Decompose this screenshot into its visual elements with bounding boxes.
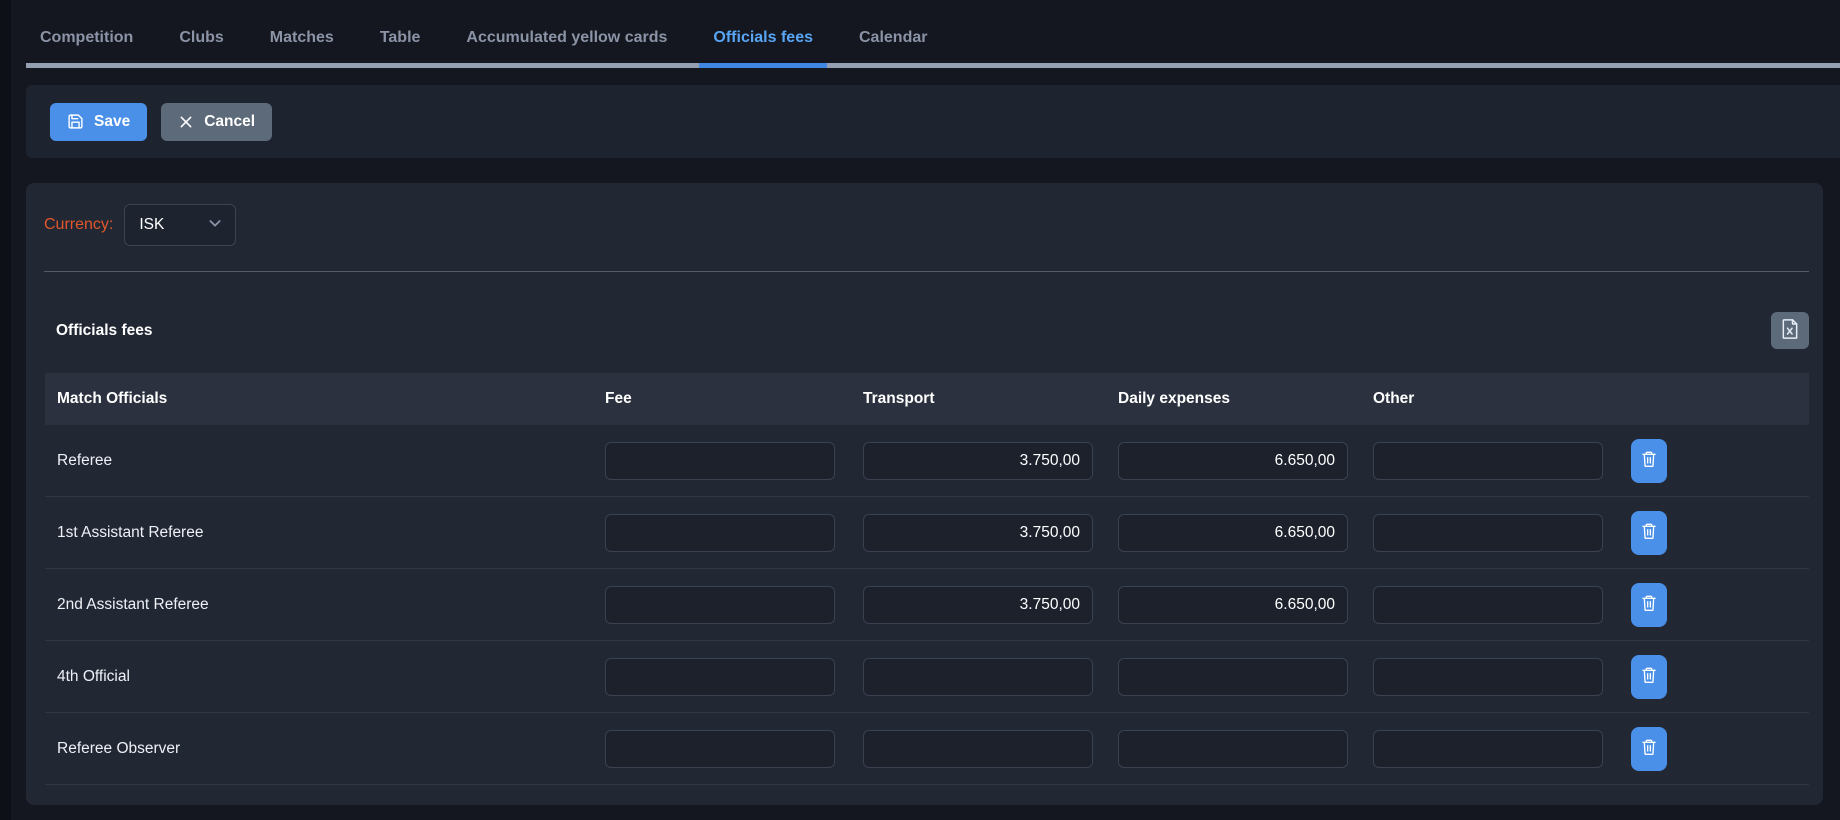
tab-competition[interactable]: Competition bbox=[26, 0, 147, 63]
save-button[interactable]: Save bbox=[50, 103, 147, 141]
delete-row-button[interactable] bbox=[1631, 511, 1667, 555]
delete-row-button[interactable] bbox=[1631, 439, 1667, 483]
transport-input[interactable] bbox=[863, 658, 1093, 696]
officials-fees-panel: Currency: ISK Officials fees bbox=[26, 183, 1823, 805]
file-excel-icon bbox=[1781, 319, 1799, 342]
table-row-4th-official: 4th Official bbox=[45, 641, 1809, 713]
col-header-match-officials: Match Officials bbox=[45, 390, 605, 408]
col-header-fee: Fee bbox=[605, 390, 863, 408]
transport-input[interactable] bbox=[863, 730, 1093, 768]
tab-label: Matches bbox=[270, 29, 334, 47]
section-header: Officials fees bbox=[56, 312, 1809, 349]
section-divider bbox=[44, 271, 1809, 272]
page-left-edge bbox=[0, 0, 11, 820]
trash-icon bbox=[1641, 594, 1657, 615]
other-input[interactable] bbox=[1373, 730, 1603, 768]
trash-icon bbox=[1641, 738, 1657, 759]
nav-underline bbox=[26, 63, 1840, 68]
table-row-referee: Referee bbox=[45, 425, 1809, 497]
table-row-referee-observer: Referee Observer bbox=[45, 713, 1809, 785]
fee-input[interactable] bbox=[605, 442, 835, 480]
transport-input[interactable] bbox=[863, 586, 1093, 624]
save-icon bbox=[67, 113, 84, 130]
delete-row-button[interactable] bbox=[1631, 655, 1667, 699]
fee-input[interactable] bbox=[605, 658, 835, 696]
fee-input[interactable] bbox=[605, 730, 835, 768]
toolbar: Save Cancel bbox=[26, 85, 1840, 158]
currency-label: Currency: bbox=[44, 216, 113, 234]
official-name: 2nd Assistant Referee bbox=[45, 596, 605, 614]
close-icon bbox=[178, 114, 194, 130]
cancel-button[interactable]: Cancel bbox=[161, 103, 272, 141]
other-input[interactable] bbox=[1373, 658, 1603, 696]
fee-input[interactable] bbox=[605, 586, 835, 624]
other-input[interactable] bbox=[1373, 442, 1603, 480]
delete-row-button[interactable] bbox=[1631, 583, 1667, 627]
daily-expenses-input[interactable] bbox=[1118, 658, 1348, 696]
daily-expenses-input[interactable] bbox=[1118, 514, 1348, 552]
export-excel-button[interactable] bbox=[1771, 312, 1809, 349]
trash-icon bbox=[1641, 450, 1657, 471]
tab-label: Table bbox=[380, 29, 421, 47]
currency-selected-value: ISK bbox=[139, 216, 164, 234]
official-name: Referee bbox=[45, 452, 605, 470]
col-header-other: Other bbox=[1373, 390, 1628, 408]
save-button-label: Save bbox=[94, 113, 130, 131]
col-header-daily-expenses: Daily expenses bbox=[1118, 390, 1373, 408]
tab-calendar[interactable]: Calendar bbox=[845, 0, 941, 63]
daily-expenses-input[interactable] bbox=[1118, 730, 1348, 768]
fee-input[interactable] bbox=[605, 514, 835, 552]
officials-fees-table: Match Officials Fee Transport Daily expe… bbox=[45, 373, 1809, 785]
official-name: Referee Observer bbox=[45, 740, 605, 758]
daily-expenses-input[interactable] bbox=[1118, 586, 1348, 624]
col-header-transport: Transport bbox=[863, 390, 1118, 408]
table-header-row: Match Officials Fee Transport Daily expe… bbox=[45, 373, 1809, 425]
tab-table[interactable]: Table bbox=[366, 0, 435, 63]
tab-officials-fees[interactable]: Officials fees bbox=[699, 0, 827, 63]
trash-icon bbox=[1641, 522, 1657, 543]
currency-row: Currency: ISK bbox=[26, 183, 1823, 246]
tab-matches[interactable]: Matches bbox=[256, 0, 348, 63]
daily-expenses-input[interactable] bbox=[1118, 442, 1348, 480]
table-row-2nd-assistant-referee: 2nd Assistant Referee bbox=[45, 569, 1809, 641]
tab-clubs[interactable]: Clubs bbox=[165, 0, 237, 63]
tab-label: Officials fees bbox=[713, 29, 813, 47]
transport-input[interactable] bbox=[863, 442, 1093, 480]
official-name: 1st Assistant Referee bbox=[45, 524, 605, 542]
other-input[interactable] bbox=[1373, 586, 1603, 624]
table-row-1st-assistant-referee: 1st Assistant Referee bbox=[45, 497, 1809, 569]
tab-accumulated-yellow-cards[interactable]: Accumulated yellow cards bbox=[452, 0, 681, 63]
chevron-down-icon bbox=[207, 215, 223, 236]
tab-label: Calendar bbox=[859, 29, 927, 47]
trash-icon bbox=[1641, 666, 1657, 687]
currency-select[interactable]: ISK bbox=[124, 204, 236, 246]
delete-row-button[interactable] bbox=[1631, 727, 1667, 771]
tab-label: Competition bbox=[40, 29, 133, 47]
other-input[interactable] bbox=[1373, 514, 1603, 552]
cancel-button-label: Cancel bbox=[204, 113, 255, 131]
tab-label: Clubs bbox=[179, 29, 223, 47]
transport-input[interactable] bbox=[863, 514, 1093, 552]
official-name: 4th Official bbox=[45, 668, 605, 686]
tab-label: Accumulated yellow cards bbox=[466, 29, 667, 47]
top-nav: Competition Clubs Matches Table Accumula… bbox=[26, 0, 1840, 63]
section-title: Officials fees bbox=[56, 322, 153, 340]
